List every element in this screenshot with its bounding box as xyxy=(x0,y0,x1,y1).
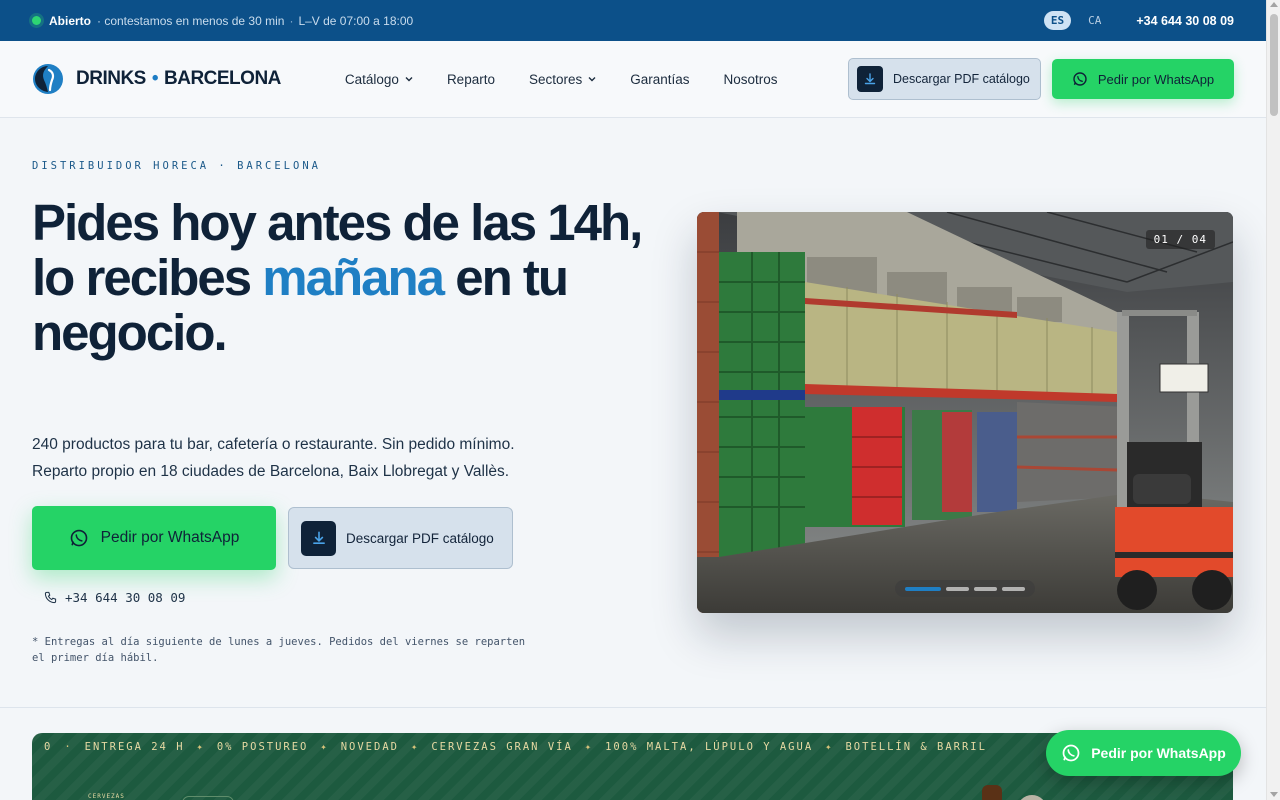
chevron-down-icon xyxy=(588,77,596,82)
logo-icon xyxy=(33,64,63,94)
slide-dot[interactable] xyxy=(1002,586,1025,591)
nav-sectores[interactable]: Sectores xyxy=(529,72,596,87)
download-icon xyxy=(857,66,883,92)
slide-counter: 01 / 04 xyxy=(1145,230,1215,249)
slide-dot[interactable] xyxy=(974,586,997,591)
hero-download-pdf-button[interactable]: Descargar PDF catálogo xyxy=(288,507,513,569)
hero-slideshow[interactable]: 01 / 04 xyxy=(697,212,1233,613)
ticker-item: 0% POSTUREO xyxy=(216,741,309,753)
whatsapp-icon xyxy=(1062,744,1080,762)
logo-word-drinks: DRINKS xyxy=(76,68,146,89)
ticker-item: 100% MALTA, LÚPULO Y AGUA xyxy=(605,741,814,753)
logo-link[interactable]: DRINKS • BARCELONA xyxy=(32,63,281,95)
site-header: DRINKS • BARCELONA Catálogo Reparto Sector… xyxy=(0,41,1266,118)
top-info-bar: Abierto · contestamos en menos de 30 min… xyxy=(0,0,1266,41)
nav-label: Catálogo xyxy=(344,71,399,87)
phone-icon xyxy=(44,591,57,604)
nav-reparto[interactable]: Reparto xyxy=(447,72,495,87)
nav-garantias[interactable]: Garantías xyxy=(630,72,689,87)
logo-bullet: • xyxy=(151,68,159,89)
logo-text: DRINKS • BARCELONA xyxy=(76,68,281,90)
hero-download-pdf-label: Descargar PDF catálogo xyxy=(346,530,494,546)
slide-indicators xyxy=(895,580,1035,597)
hero-title-line1: Pides hoy antes de las 14h, xyxy=(32,194,643,251)
hero-phone-number: +34 644 30 08 09 xyxy=(65,590,186,605)
bottle-cap-image xyxy=(1017,795,1047,800)
banner-pill xyxy=(182,796,234,800)
hero-title-line2a: lo recibes xyxy=(32,249,263,306)
nav-label: Sectores xyxy=(528,71,583,87)
hero-whatsapp-label: Pedir por WhatsApp xyxy=(100,529,240,546)
lang-ca-button[interactable]: CA xyxy=(1081,11,1108,30)
nav-label: Garantías xyxy=(630,71,690,87)
scrollbar-thumb[interactable] xyxy=(1270,14,1278,116)
floating-whatsapp-label: Pedir por WhatsApp xyxy=(1091,745,1226,761)
ticker-item: 0 xyxy=(44,741,53,753)
open-status: Abierto xyxy=(49,13,91,28)
hero-subtitle-line1: 240 productos para tu bar, cafetería o r… xyxy=(32,436,515,453)
download-pdf-button[interactable]: Descargar PDF catálogo xyxy=(848,58,1041,100)
whatsapp-icon xyxy=(70,529,87,547)
hero-subtitle: 240 productos para tu bar, cafetería o r… xyxy=(32,431,592,485)
topbar-right: ES CA +34 644 30 08 09 xyxy=(1043,11,1234,30)
hero-title-accent: mañana xyxy=(262,249,445,306)
promo-ticker: 0 · ENTREGA 24 H ✦ 0% POSTUREO ✦ NOVEDAD ✦ CERVE… xyxy=(44,741,987,753)
chevron-down-icon xyxy=(405,77,413,82)
main-nav: Catálogo Reparto Sectores Garantías Noso… xyxy=(345,72,778,87)
page-scrollbar[interactable] xyxy=(1266,0,1280,800)
logo-word-barcelona: BARCELONA xyxy=(164,68,281,89)
hero-eyebrow: DISTRIBUIDOR HORECA · BARCELONA xyxy=(32,160,321,172)
topbar-phone-link[interactable]: +34 644 30 08 09 xyxy=(1136,14,1234,28)
warehouse-photo xyxy=(697,212,1233,613)
whatsapp-icon xyxy=(1073,72,1087,86)
lang-es-button[interactable]: ES xyxy=(1043,11,1072,30)
scroll-up-arrow-icon[interactable] xyxy=(1270,2,1278,7)
download-icon xyxy=(301,520,336,556)
delivery-note: * Entregas al día siguiente de lunes a j… xyxy=(32,636,526,664)
hero-subtitle-line2: Reparto propio en 18 ciudades de Barcelo… xyxy=(32,463,510,480)
hero-phone-link[interactable]: +34 644 30 08 09 xyxy=(44,590,185,605)
scroll-down-arrow-icon[interactable] xyxy=(1270,792,1278,797)
opening-hours: L–V de 07:00 a 18:00 xyxy=(298,13,414,28)
whatsapp-label: Pedir por WhatsApp xyxy=(1097,71,1215,87)
open-status-dot xyxy=(32,16,41,25)
section-divider xyxy=(0,707,1266,708)
floating-whatsapp-button[interactable]: Pedir por WhatsApp xyxy=(1046,730,1241,776)
ticker-item: ENTREGA 24 H xyxy=(84,741,185,753)
separator: · xyxy=(289,13,294,28)
nav-label: Nosotros xyxy=(723,71,778,87)
beer-bottle-image xyxy=(982,785,1002,800)
ticker-item: NOVEDAD xyxy=(340,741,399,753)
hero-title: Pides hoy antes de las 14h, lo recibes m… xyxy=(32,195,672,360)
ticker-item: CERVEZAS GRAN VÍA xyxy=(431,741,573,753)
slide-dot[interactable] xyxy=(946,586,969,591)
banner-brand-label: CERVEZAS xyxy=(88,793,125,800)
header-actions: Descargar PDF catálogo Pedir por WhatsAp… xyxy=(848,58,1234,100)
nav-catalogo[interactable]: Catálogo xyxy=(345,72,413,87)
ticker-item: BOTELLÍN & BARRIL xyxy=(845,741,987,753)
slide-dot[interactable] xyxy=(905,586,941,591)
hero-whatsapp-button[interactable]: Pedir por WhatsApp xyxy=(32,506,276,570)
response-time: · contestamos en menos de 30 min xyxy=(97,13,285,28)
nav-label: Reparto xyxy=(446,71,495,87)
nav-nosotros[interactable]: Nosotros xyxy=(724,72,778,87)
download-pdf-label: Descargar PDF catálogo xyxy=(893,72,1030,86)
whatsapp-order-button[interactable]: Pedir por WhatsApp xyxy=(1052,59,1234,99)
